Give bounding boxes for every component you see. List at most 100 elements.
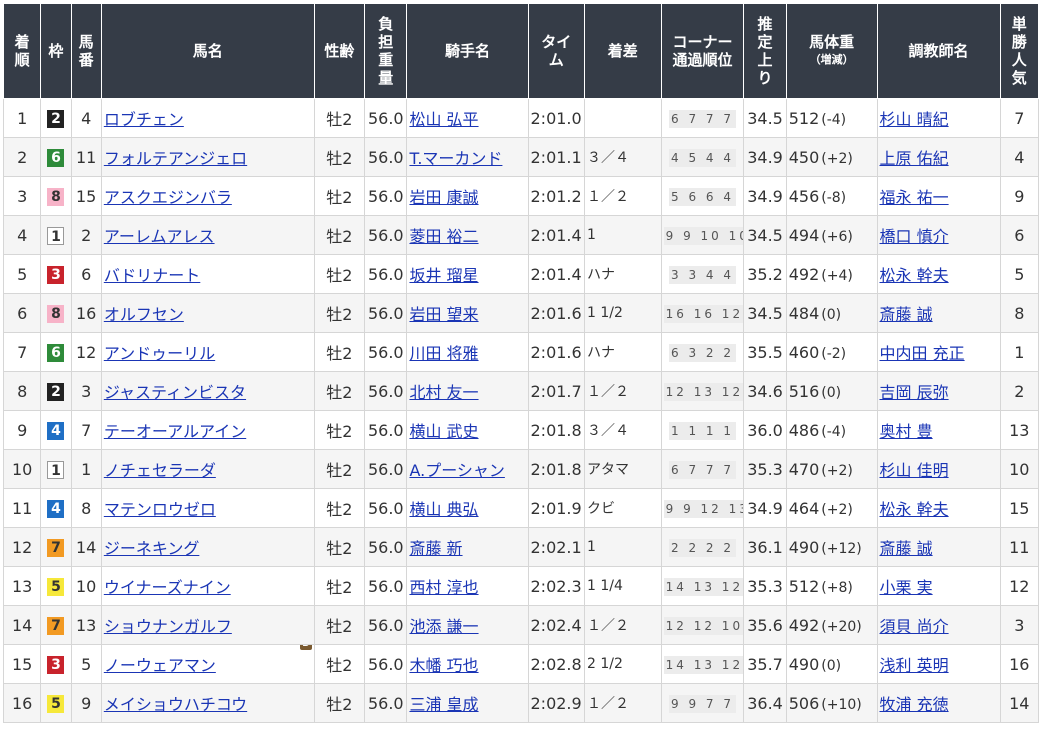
trainer-name-link[interactable]: 松永 幹夫 [880,500,949,519]
trainer-name-link[interactable]: 中内田 充正 [880,344,965,363]
jockey-name-link[interactable]: 川田 将雅 [409,344,478,363]
trainer-name-link[interactable]: 福永 祐一 [880,188,949,207]
horse-name-link[interactable]: ショウナンガルフ [104,617,232,636]
horse-name-link[interactable]: テーオーアルアイン [104,422,246,441]
corner-positions: 16 16 12 10 [663,304,743,323]
trainer-name-link[interactable]: 上原 佑紀 [880,149,949,168]
jockey-cell: 岩田 康誠 [406,176,529,216]
horse-name-link[interactable]: ジャスティンビスタ [104,383,246,402]
jockey-name-link[interactable]: 斎藤 新 [409,539,462,558]
waku-badge: 6 [47,343,65,362]
horse-name-link[interactable]: ウイナーズナイン [104,578,231,597]
popularity-cell: 9 [999,176,1039,216]
jockey-name-link[interactable]: T.マーカンド [409,149,502,168]
time-cell: 2:02.9 [527,683,585,723]
horse-name-link[interactable]: ノチェセラーダ [104,461,216,480]
horse-cell: メイショウハチコウ [100,683,315,723]
blinker-icon: B [299,645,312,650]
weight-cell: 56.0 [364,488,408,528]
header-jockey: 騎手名 [406,3,529,99]
bodyweight-value: 512 [788,576,820,596]
jockey-name-link[interactable]: 岩田 望来 [409,305,478,324]
corners-cell: 12 13 12 13 [660,371,745,411]
horse-cell: ノチェセラーダ [100,449,315,489]
last3f-cell: 34.5 [743,215,787,255]
table-row: 5 3 6 バドリナート 牡2 56.0 坂井 瑠星 2:01.4 ハナ 3 3 4 4 35.2 4… [2,254,1039,294]
jockey-name-link[interactable]: 三浦 皇成 [409,695,478,714]
header-sexage: 性齢 [313,3,366,99]
horse-name-link[interactable]: アスクエジンバラ [104,188,232,207]
trainer-name-link[interactable]: 松永 幹夫 [880,266,949,285]
trainer-cell: 福永 祐一 [876,176,1001,216]
jockey-name-link[interactable]: 横山 典弘 [409,500,478,519]
corner-positions: 14 13 12 13 [663,577,743,596]
corners-cell: 12 12 10 10 [660,605,745,645]
margin-cell: 1 1/2 [583,293,662,333]
corner-positions: 12 13 12 13 [663,382,743,401]
rank-cell: 12 [2,527,42,567]
horse-name-link[interactable]: ロブチェン [104,110,184,129]
sexage-cell: 牡2 [313,683,366,723]
horse-name-link[interactable]: バドリナート [104,266,200,285]
table-row: 4 1 2 アーレムアレス 牡2 56.0 菱田 裕二 2:01.4 1 9 9 10 10 34.… [2,215,1039,255]
table-row: 2 6 11 フォルテアンジェロ 牡2 56.0 T.マーカンド 2:01.1 ３／４ 4 5 4… [2,137,1039,177]
horse-name-link[interactable]: マテンロウゼロ [104,500,216,519]
horse-name-link[interactable]: ノーウェアマン [104,656,216,675]
horse-cell: マテンロウゼロ [100,488,315,528]
rank-cell: 6 [2,293,42,333]
jockey-name-link[interactable]: 木幡 巧也 [409,656,478,675]
popularity-cell: 5 [999,254,1039,294]
horse-name-link[interactable]: アーレムアレス [104,227,215,246]
popularity-cell: 15 [999,488,1039,528]
sexage-cell: 牡2 [313,332,366,372]
jockey-cell: A.プーシャン [406,449,529,489]
trainer-name-link[interactable]: 奥村 豊 [880,422,933,441]
table-row: 14 7 13 ショウナンガルフ 牡2 56.0 池添 謙一 2:02.4 １／２ 12 12 1… [2,605,1039,645]
trainer-cell: 橋口 慎介 [876,215,1001,255]
corners-cell: 14 13 12 13 [660,566,745,606]
horse-name-link[interactable]: オルフセン [104,305,184,324]
trainer-name-link[interactable]: 杉山 佳明 [880,461,949,480]
trainer-name-link[interactable]: 須貝 尚介 [880,617,949,636]
waku-badge: 1 [47,226,65,245]
umaban-cell: 6 [70,254,102,294]
table-row: 11 4 8 マテンロウゼロ 牡2 56.0 横山 典弘 2:01.9 クビ 9 9 12 13 3… [2,488,1039,528]
rank-cell: 11 [2,488,42,528]
jockey-name-link[interactable]: 西村 淳也 [409,578,478,597]
bodyweight-change: (0) [821,384,842,401]
jockey-name-link[interactable]: A.プーシャン [409,461,504,480]
weight-cell: 56.0 [364,293,408,333]
jockey-name-link[interactable]: 横山 武史 [409,422,478,441]
horse-name-link[interactable]: アンドゥーリル [104,344,215,363]
trainer-name-link[interactable]: 吉岡 辰弥 [880,383,949,402]
jockey-name-link[interactable]: 菱田 裕二 [409,227,478,246]
corner-positions: 4 5 4 4 [669,148,736,167]
trainer-name-link[interactable]: 浅利 英明 [880,656,949,675]
trainer-name-link[interactable]: 杉山 晴紀 [880,110,949,129]
popularity-cell: 12 [999,566,1039,606]
horse-name-link[interactable]: フォルテアンジェロ [104,149,247,168]
jockey-name-link[interactable]: 坂井 瑠星 [409,266,478,285]
horse-name-link[interactable]: メイショウハチコウ [104,695,247,714]
horse-cell: ノーウェアマン B [100,644,315,684]
waku-badge: 8 [47,304,65,323]
corner-positions: 6 7 7 7 [669,460,736,479]
jockey-name-link[interactable]: 池添 謙一 [409,617,478,636]
bodyweight-change: (0) [821,657,842,674]
sexage-cell: 牡2 [313,605,366,645]
trainer-name-link[interactable]: 牧浦 充徳 [880,695,949,714]
trainer-name-link[interactable]: 斎藤 誠 [880,539,933,558]
jockey-name-link[interactable]: 岩田 康誠 [409,188,478,207]
trainer-name-link[interactable]: 橋口 慎介 [880,227,949,246]
bodyweight-change: (-8) [821,189,847,206]
bodyweight-cell: 456 (-8) [785,176,878,216]
popularity-cell: 2 [999,371,1039,411]
weight-cell: 56.0 [364,566,408,606]
weight-cell: 56.0 [364,215,408,255]
trainer-name-link[interactable]: 斎藤 誠 [880,305,933,324]
jockey-name-link[interactable]: 北村 友一 [409,383,478,402]
horse-cell: アンドゥーリル [100,332,315,372]
jockey-name-link[interactable]: 松山 弘平 [409,110,478,129]
trainer-name-link[interactable]: 小栗 実 [880,578,933,597]
horse-name-link[interactable]: ジーネキング [104,539,200,558]
